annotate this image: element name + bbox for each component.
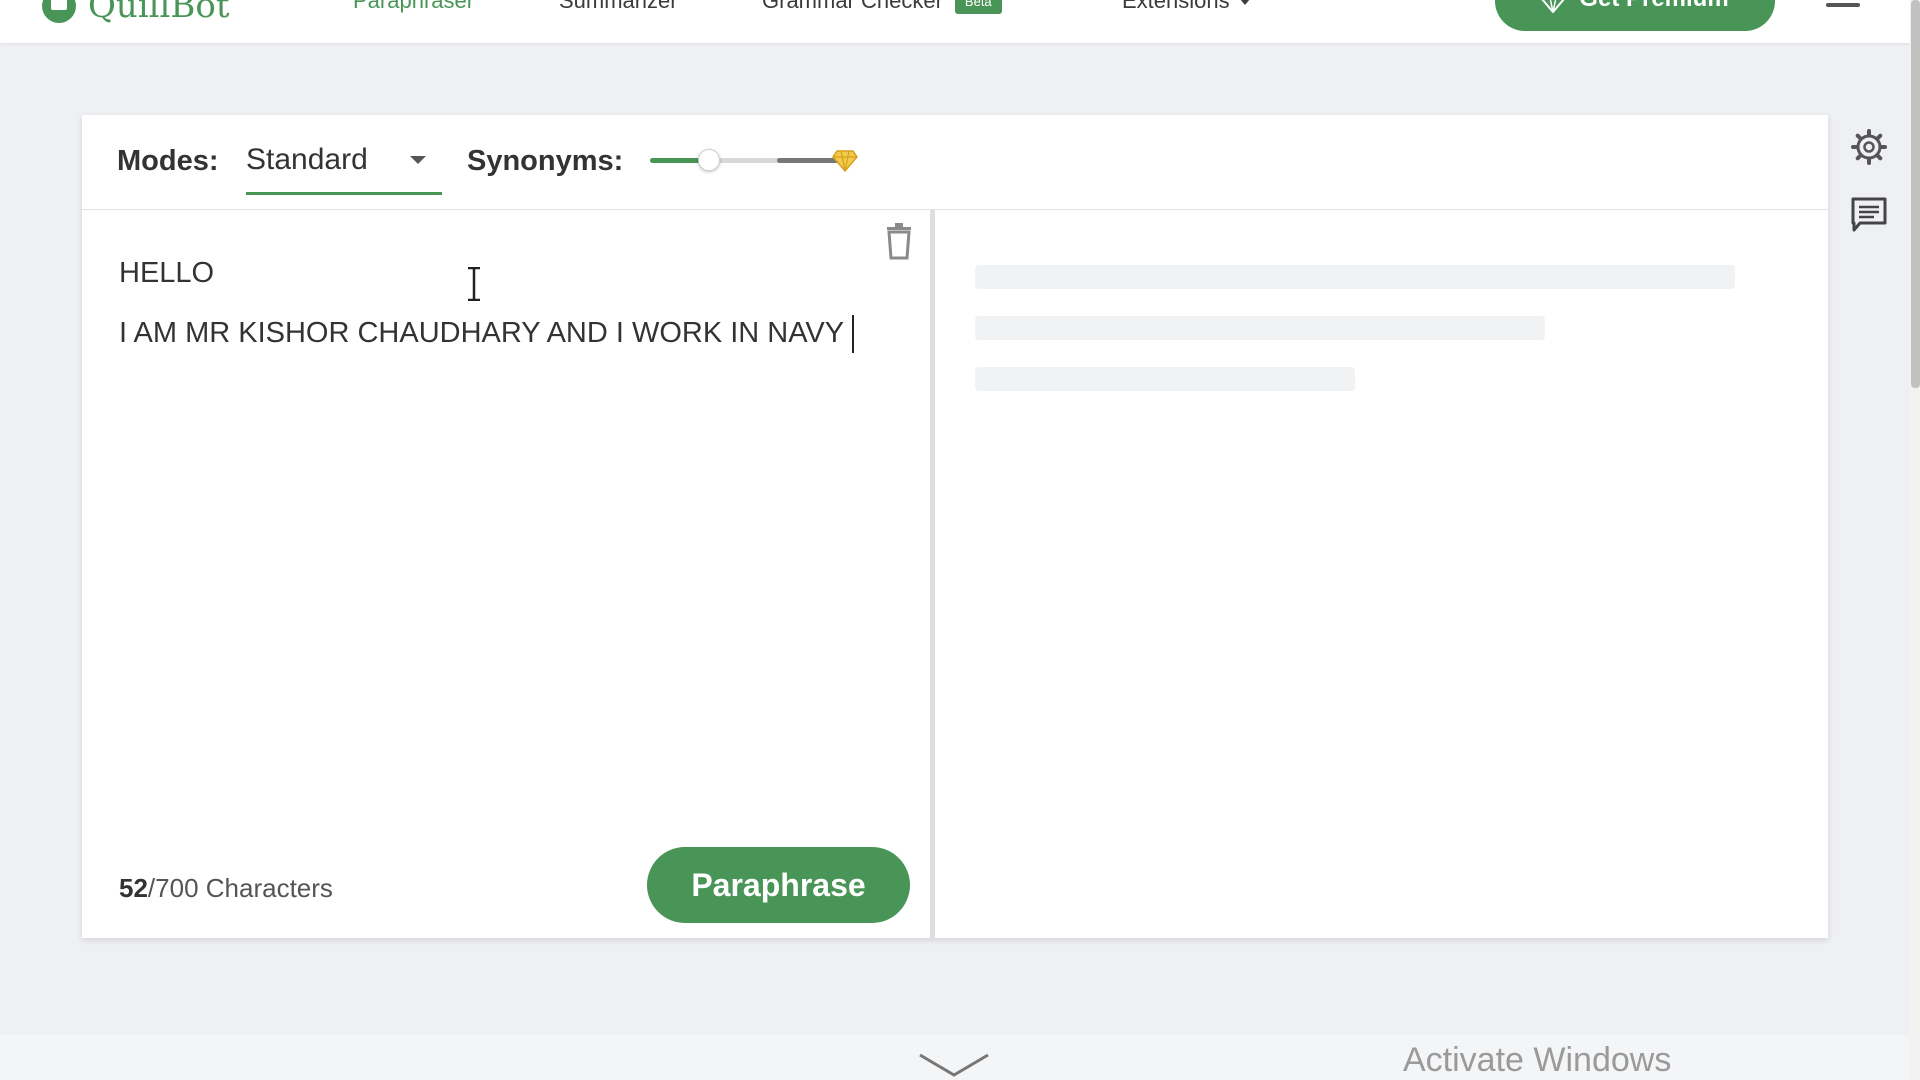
synonyms-label: Synonyms: bbox=[467, 145, 624, 177]
input-text-line[interactable]: HELLO bbox=[119, 257, 214, 290]
activate-windows-watermark: Activate Windows bbox=[1403, 1041, 1672, 1079]
caret-down-icon bbox=[410, 156, 426, 164]
nav-paraphraser[interactable]: Paraphraser bbox=[353, 0, 474, 16]
mode-dropdown[interactable]: Standard bbox=[246, 140, 442, 195]
diamond-icon bbox=[832, 150, 858, 173]
get-premium-label: Get Premium bbox=[1579, 0, 1728, 13]
text-caret bbox=[852, 315, 854, 353]
chevron-down-icon bbox=[1239, 0, 1250, 6]
character-limit: /700 Characters bbox=[147, 873, 333, 903]
loading-skeleton-line bbox=[975, 316, 1545, 340]
get-premium-button[interactable]: Get Premium bbox=[1495, 0, 1775, 31]
slider-thumb[interactable] bbox=[698, 149, 720, 171]
character-count: 52/700 Characters bbox=[119, 873, 333, 904]
slider-fill bbox=[650, 158, 700, 163]
nav-grammar-checker[interactable]: Grammar Checker Beta bbox=[762, 0, 1002, 16]
output-pane bbox=[935, 210, 1828, 938]
ibeam-cursor-icon bbox=[468, 267, 480, 301]
chevron-down-icon[interactable] bbox=[918, 1053, 990, 1079]
logo-icon bbox=[42, 0, 76, 23]
input-pane[interactable]: HELLO I AM MR KISHOR CHAUDHARY AND I WOR… bbox=[82, 210, 930, 938]
nav-extensions[interactable]: Extensions bbox=[1122, 0, 1250, 16]
nav-paraphraser-label: Paraphraser bbox=[353, 0, 475, 13]
loading-skeleton-line bbox=[975, 265, 1735, 289]
quillbot-logo[interactable]: QuillBot bbox=[42, 0, 230, 26]
modes-label: Modes: bbox=[117, 145, 219, 177]
nav-summarizer-label: Summarizer bbox=[559, 0, 678, 13]
paraphraser-card: Modes: Standard Synonyms: HELLO I AM MR … bbox=[82, 115, 1828, 938]
character-count-value: 52 bbox=[119, 873, 148, 903]
synonyms-slider[interactable] bbox=[650, 149, 858, 173]
nav-extensions-label: Extensions bbox=[1122, 0, 1230, 13]
nav-grammar-checker-label: Grammar Checker bbox=[762, 0, 943, 13]
loading-skeleton-line bbox=[975, 367, 1355, 391]
mode-toolbar: Modes: Standard Synonyms: bbox=[82, 115, 1828, 210]
scrollbar-thumb[interactable] bbox=[1911, 0, 1920, 388]
top-navigation: QuillBot Paraphraser Summarizer Grammar … bbox=[0, 0, 1910, 43]
comment-icon[interactable] bbox=[1850, 196, 1888, 234]
logo-text: QuillBot bbox=[88, 0, 230, 26]
beta-badge: Beta bbox=[954, 0, 1002, 15]
mode-selected-value: Standard bbox=[246, 143, 368, 176]
gear-icon[interactable] bbox=[1850, 128, 1888, 166]
nav-summarizer[interactable]: Summarizer bbox=[559, 0, 678, 16]
menu-icon[interactable] bbox=[1826, 3, 1860, 7]
input-text-line[interactable]: I AM MR KISHOR CHAUDHARY AND I WORK IN N… bbox=[119, 317, 844, 350]
trash-icon[interactable] bbox=[884, 220, 914, 260]
diamond-icon bbox=[1541, 0, 1565, 13]
paraphrase-button[interactable]: Paraphrase bbox=[647, 847, 910, 923]
